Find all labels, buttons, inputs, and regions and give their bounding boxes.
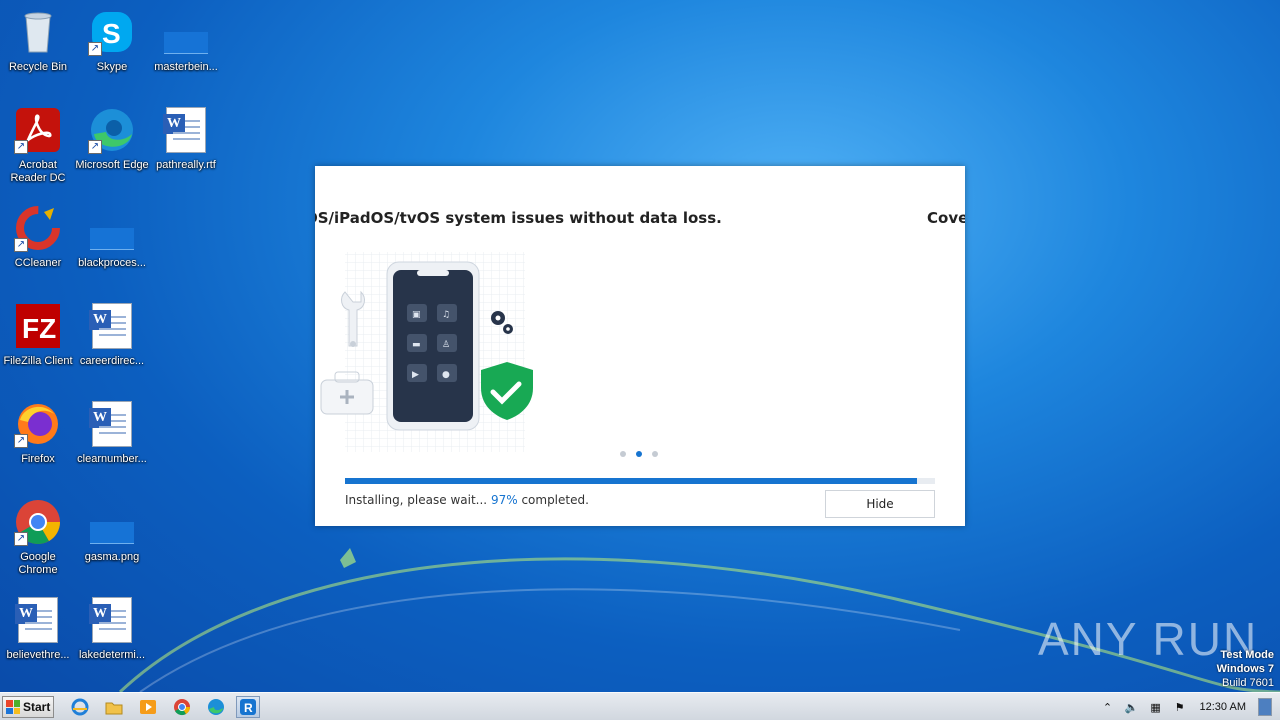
word-document-icon: W (88, 400, 136, 448)
windows-logo-icon (6, 700, 20, 714)
file-icon (88, 204, 136, 252)
taskbar-clock[interactable]: 12:30 AM (1200, 701, 1246, 713)
desktop-icon-edge[interactable]: ↗ Microsoft Edge (74, 102, 150, 192)
desktop-icon-label: Microsoft Edge (75, 159, 149, 171)
svg-text:S: S (102, 18, 121, 49)
test-mode-notice: Test Mode Windows 7 Build 7601 (1217, 648, 1274, 690)
edge-icon[interactable] (204, 696, 228, 718)
desktop-icon-lakedetermi[interactable]: W lakedetermi... (74, 592, 150, 682)
status-prefix: Installing, please wait... (345, 493, 488, 507)
desktop-icon-label: Skype (96, 61, 128, 73)
chrome-icon: ↗ (14, 498, 62, 546)
carousel-headline: OS/iPadOS/tvOS system issues without dat… (315, 209, 722, 227)
progress-percent: 97% (490, 493, 518, 507)
action-center-flag-icon[interactable]: ⚑ (1172, 699, 1188, 715)
desktop-icon-label: Recycle Bin (8, 61, 68, 73)
skype-icon: S ↗ (88, 8, 136, 56)
desktop-icon-ccleaner[interactable]: ↗ CCleaner (0, 200, 76, 290)
word-document-icon: W (14, 596, 62, 644)
desktop-icon-pathreally[interactable]: W pathreally.rtf (148, 102, 224, 192)
media-player-icon[interactable] (136, 696, 160, 718)
recycle-bin-icon (14, 8, 62, 56)
desktop-icon-acrobat[interactable]: ↗ Acrobat Reader DC (0, 102, 76, 192)
svg-text:♙: ♙ (442, 340, 450, 350)
word-document-icon: W (88, 302, 136, 350)
chrome-icon[interactable] (170, 696, 194, 718)
svg-text:▣: ▣ (412, 310, 421, 320)
desktop-icon-label: gasma.png (84, 551, 140, 563)
install-progress-fill (345, 478, 918, 484)
file-icon (88, 498, 136, 546)
desktop-icon-firefox[interactable]: ↗ Firefox (0, 396, 76, 486)
svg-text:●: ● (442, 370, 450, 380)
filezilla-icon: FZ (14, 302, 62, 350)
shortcut-arrow-icon: ↗ (88, 140, 102, 154)
desktop-icon-chrome[interactable]: ↗ Google Chrome (0, 494, 76, 584)
acrobat-icon: ↗ (14, 106, 62, 154)
svg-text:▬: ▬ (412, 340, 421, 350)
svg-text:▶: ▶ (412, 370, 419, 380)
desktop-icon-label: blackproces... (78, 257, 146, 269)
desktop-icon-blackproces[interactable]: blackproces... (74, 200, 150, 290)
show-desktop-button[interactable] (1258, 698, 1272, 716)
desktop-icon-recycle-bin[interactable]: Recycle Bin (0, 4, 76, 94)
desktop-icon-label: CCleaner (14, 257, 62, 269)
install-progress-bar (345, 478, 935, 484)
desktop-icon-believethre[interactable]: W believethre... (0, 592, 76, 682)
carousel-next-headline: Cove (927, 209, 965, 227)
ccleaner-icon: ↗ (14, 204, 62, 252)
installer-app-icon[interactable]: R (236, 696, 260, 718)
test-mode-line: Test Mode (1220, 649, 1274, 661)
shortcut-arrow-icon: ↗ (88, 42, 102, 56)
desktop-icon-label: pathreally.rtf (156, 159, 216, 171)
desktop-icon-label: Google Chrome (18, 551, 58, 576)
build-line: Build 7601 (1222, 677, 1274, 689)
show-hidden-icons-icon[interactable]: ⌃ (1100, 699, 1116, 715)
firefox-icon: ↗ (14, 400, 62, 448)
word-document-icon: W (88, 596, 136, 644)
desktop-icon-label: masterbein... (154, 61, 218, 73)
shortcut-arrow-icon: ↗ (14, 532, 28, 546)
carousel-indicator (620, 451, 658, 457)
explorer-icon[interactable] (102, 696, 126, 718)
desktop-icon-label: clearnumber... (77, 453, 147, 465)
hide-button[interactable]: Hide (825, 490, 935, 518)
desktop-icon-label: lakedetermi... (78, 649, 146, 661)
carousel-dot-active[interactable] (636, 451, 642, 457)
carousel-dot[interactable] (620, 451, 626, 457)
shortcut-arrow-icon: ↗ (14, 238, 28, 252)
desktop-icon-label: Acrobat Reader DC (10, 159, 66, 184)
desktop-icon-skype[interactable]: S ↗ Skype (74, 4, 150, 94)
install-status: Installing, please wait... 97% completed… (345, 493, 589, 507)
status-suffix: completed. (521, 493, 589, 507)
desktop-icon-careerdirec[interactable]: W careerdirec... (74, 298, 150, 388)
desktop-icon-label: FileZilla Client (3, 355, 73, 367)
desktop-icon-masterbein[interactable]: masterbein... (148, 4, 224, 94)
edge-icon: ↗ (88, 106, 136, 154)
speaker-icon[interactable]: 🔈 (1124, 699, 1140, 715)
start-label: Start (23, 700, 51, 714)
internet-explorer-icon[interactable] (68, 696, 92, 718)
desktop-icon-filezilla[interactable]: FZ FileZilla Client (0, 298, 76, 388)
svg-text:FZ: FZ (22, 313, 56, 344)
phone-repair-illustration: ▣ ♫ ▬ ♙ ▶ ● (320, 252, 533, 452)
desktop-icon-gasma[interactable]: gasma.png (74, 494, 150, 584)
svg-text:♫: ♫ (442, 310, 450, 320)
desktop-icon-label: Firefox (21, 453, 55, 465)
desktop-icon-label: believethre... (6, 649, 70, 661)
windows-version-line: Windows 7 (1216, 663, 1274, 675)
shortcut-arrow-icon: ↗ (14, 434, 28, 448)
installer-dialog: OS/iPadOS/tvOS system issues without dat… (315, 166, 965, 526)
start-button[interactable]: Start (2, 696, 54, 718)
file-icon (162, 8, 210, 56)
svg-text:R: R (244, 701, 253, 715)
taskbar: Start R ⌃ 🔈 ▦ ⚑ 12:30 AM (0, 692, 1280, 720)
shortcut-arrow-icon: ↗ (14, 140, 28, 154)
network-icon[interactable]: ▦ (1148, 699, 1164, 715)
system-tray: ⌃ 🔈 ▦ ⚑ 12:30 AM (1100, 693, 1280, 720)
word-document-icon: W (162, 106, 210, 154)
desktop-icon-clearnumber[interactable]: W clearnumber... (74, 396, 150, 486)
desktop-icon-label: careerdirec... (79, 355, 145, 367)
carousel-dot[interactable] (652, 451, 658, 457)
